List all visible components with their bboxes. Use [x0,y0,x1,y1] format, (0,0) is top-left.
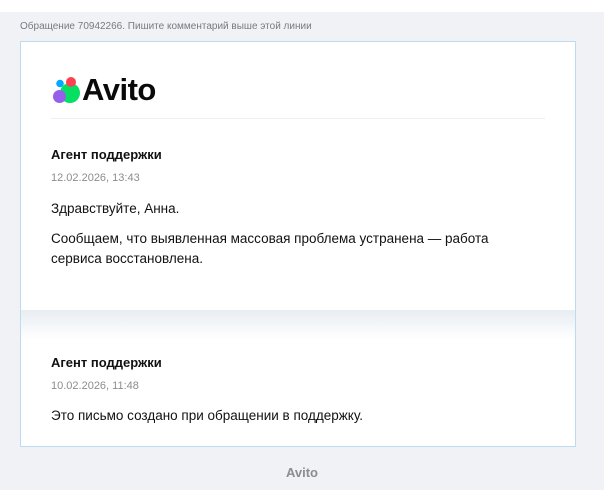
header-divider [51,118,545,119]
message-body: Сообщаем, что выявленная массовая пробле… [51,231,489,266]
avito-logo-icon [53,77,80,103]
footer-brand: Avito [285,465,319,480]
message-greeting: Здравствуйте, Анна. [51,201,180,216]
message-separator [21,310,575,340]
message-author: Агент поддержки [51,355,162,370]
message-date: 12.02.2026, 13:43 [51,172,140,184]
logo-wordmark: Avito [82,72,156,107]
ticket-reply-line: Обращение 70942266. Пишите комментарий в… [20,21,312,32]
avito-logo[interactable]: Avito [51,73,191,107]
message-body: Это письмо создано при обращении в подде… [51,408,363,423]
message-author: Агент поддержки [51,147,162,162]
email-card: Avito Агент поддержки 12.02.2026, 13:43 … [20,41,576,447]
message-date: 10.02.2026, 11:48 [51,380,139,392]
